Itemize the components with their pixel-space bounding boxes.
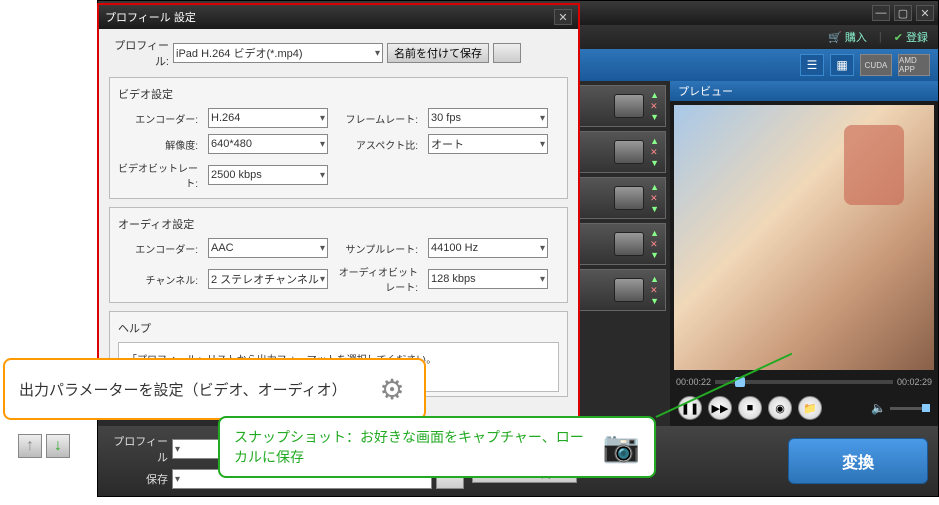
audio-settings-group: オーディオ設定 エンコーダー: AAC サンプルレート: 44100 Hz チャ… <box>109 207 568 303</box>
maximize-button[interactable]: ▢ <box>894 5 912 21</box>
ipad-icon <box>614 278 644 302</box>
profile-select[interactable]: iPad H.264 ビデオ(*.mp4) <box>173 43 383 63</box>
time-current: 00:00:22 <box>676 377 711 387</box>
register-link[interactable]: 登録 <box>894 29 928 45</box>
dialog-close-button[interactable]: ✕ <box>554 9 572 25</box>
samplerate-label: サンプルレート: <box>338 241 418 256</box>
audio-bitrate-select[interactable]: 128 kbps <box>428 269 548 289</box>
callout2-text: スナップショット：お好きな画面をキャプチャー、ローカルに保存 <box>234 427 591 467</box>
ipad-icon <box>614 186 644 210</box>
audio-settings-title: オーディオ設定 <box>118 216 559 232</box>
snapshot-button[interactable]: ◉ <box>768 396 792 420</box>
callout-output-params: 出力パラメーターを設定（ビデオ、オーディオ） ⚙ <box>3 358 426 420</box>
audio-encoder-select[interactable]: AAC <box>208 238 328 258</box>
volume-icon[interactable]: 🔈 <box>871 401 886 415</box>
time-total: 00:02:29 <box>897 377 932 387</box>
preview-title: プレビュー <box>670 81 938 101</box>
minimize-button[interactable]: — <box>872 5 890 21</box>
volume-slider[interactable] <box>890 407 930 410</box>
aspect-select[interactable]: オート <box>428 134 548 154</box>
move-down-button[interactable]: ↓ <box>46 434 70 458</box>
audio-bitrate-label: オーディオビットレート: <box>338 264 418 294</box>
player-controls: ❚❚ ▶▶ ■ ◉ 📁 🔈 <box>670 390 938 426</box>
samplerate-select[interactable]: 44100 Hz <box>428 238 548 258</box>
channel-select[interactable]: 2 ステレオチャンネル <box>208 269 328 289</box>
view-grid-button[interactable]: ▦ <box>830 54 854 76</box>
open-folder-button[interactable]: 📁 <box>798 396 822 420</box>
framerate-label: フレームレート: <box>338 111 418 126</box>
ipad-icon <box>614 94 644 118</box>
stop-button[interactable]: ■ <box>738 396 762 420</box>
dialog-title: プロフィール 設定 <box>105 9 196 25</box>
resolution-select[interactable]: 640*480 <box>208 134 328 154</box>
dialog-titlebar: プロフィール 設定 ✕ <box>99 5 578 29</box>
ipad-icon <box>614 140 644 164</box>
preview-video[interactable] <box>674 105 934 370</box>
video-settings-title: ビデオ設定 <box>118 86 559 102</box>
forward-button[interactable]: ▶▶ <box>708 396 732 420</box>
video-bitrate-label: ビデオビットレート: <box>118 160 198 190</box>
buy-link[interactable]: 購入 <box>828 29 867 45</box>
save-label: 保存 <box>108 471 168 487</box>
profile-settings-dialog: プロフィール 設定 ✕ プロフィール: iPad H.264 ビデオ(*.mp4… <box>97 3 580 418</box>
profile-label: プロフィール: <box>109 37 169 69</box>
resolution-label: 解像度: <box>118 137 198 152</box>
delete-profile-button[interactable] <box>493 43 521 63</box>
progress-bar[interactable]: 00:00:22 00:02:29 <box>670 374 938 390</box>
move-up-button[interactable]: ↑ <box>18 434 42 458</box>
video-bitrate-select[interactable]: 2500 kbps <box>208 165 328 185</box>
help-title: ヘルプ <box>118 320 559 336</box>
cuda-badge: CUDA <box>860 54 892 76</box>
callout-snapshot: スナップショット：お好きな画面をキャプチャー、ローカルに保存 📷 <box>218 416 656 478</box>
encoder-label: エンコーダー: <box>118 111 198 126</box>
aspect-label: アスペクト比: <box>338 137 418 152</box>
framerate-select[interactable]: 30 fps <box>428 108 548 128</box>
view-list-button[interactable]: ☰ <box>800 54 824 76</box>
save-as-button[interactable]: 名前を付けて保存 <box>387 43 489 63</box>
audio-encoder-label: エンコーダー: <box>118 241 198 256</box>
close-button[interactable]: ✕ <box>916 5 934 21</box>
camera-icon: 📷 <box>603 429 640 465</box>
preview-pane: プレビュー 00:00:22 00:02:29 ❚❚ ▶▶ ■ ◉ 📁 🔈 <box>670 81 938 426</box>
amd-badge: AMD APP <box>898 54 930 76</box>
callout1-text: 出力パラメーターを設定（ビデオ、オーディオ） <box>19 379 347 400</box>
channel-label: チャンネル: <box>118 272 198 287</box>
convert-button[interactable]: 変換 <box>788 438 928 484</box>
video-encoder-select[interactable]: H.264 <box>208 108 328 128</box>
ipad-icon <box>614 232 644 256</box>
video-settings-group: ビデオ設定 エンコーダー: H.264 フレームレート: 30 fps 解像度:… <box>109 77 568 199</box>
gear-icon: ⚙ <box>374 371 410 407</box>
